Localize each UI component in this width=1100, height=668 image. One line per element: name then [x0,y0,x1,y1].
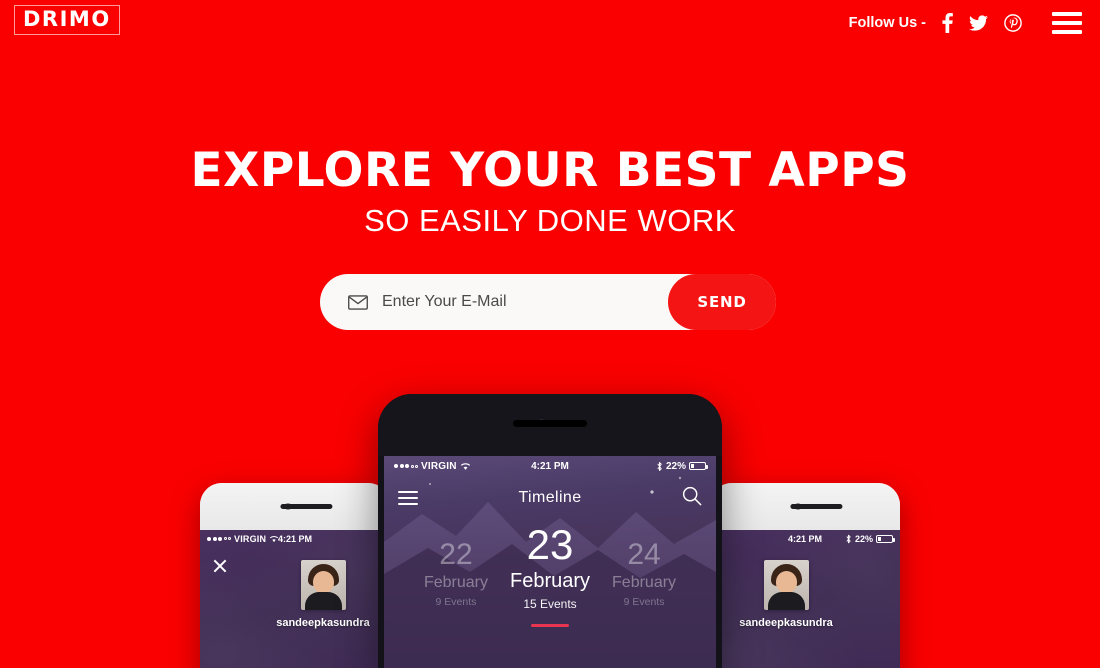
username-label: sandeepkasundra [739,617,833,629]
date-carousel: 22 February 9 Events 23 February 15 Even… [384,524,716,627]
profile-block-right: sandeepkasundra [710,560,900,629]
date-item-active[interactable]: 23 February 15 Events [510,524,590,627]
menu-bar-3 [1052,30,1082,34]
status-bar-right: 4:21 PM 22% [710,530,900,547]
username-label: sandeepkasundra [276,617,370,629]
status-bar-center: VIRGIN 4:21 PM 22% [384,456,716,476]
logo[interactable]: DRIMO [14,5,120,35]
speaker-grille [513,420,587,427]
avatar [763,560,809,610]
social-links [942,13,1022,33]
twitter-icon[interactable] [969,15,988,31]
date-month: February [423,574,488,591]
menu-bar-2 [1052,21,1082,25]
speaker-grille [790,504,843,509]
active-date-indicator [531,624,569,627]
clock-label: 4:21 PM [277,533,312,544]
app-bar: Timeline [384,476,716,520]
status-bar-left: VIRGIN 4:21 PM [200,530,390,547]
app-title: Timeline [518,489,582,506]
phone-left-screen: VIRGIN 4:21 PM sandeepkasundra Hom [200,530,390,668]
date-events: 9 Events [623,596,665,608]
phone-center: VIRGIN 4:21 PM 22% Timeline 22 February … [378,394,722,668]
landing-page: DRIMO Follow Us - EXPLORE YOUR BEST APPS… [0,0,1100,668]
phone-mockups: VIRGIN 4:21 PM sandeepkasundra Hom [0,0,1100,668]
profile-block-left: sandeepkasundra [200,560,390,629]
date-events: 9 Events [435,596,477,608]
menu-bar-1 [1052,12,1082,16]
facebook-icon[interactable] [942,13,953,33]
date-day: 22 [439,538,473,571]
avatar [300,560,346,610]
date-events: 15 Events [523,597,577,611]
battery-icon [689,462,708,470]
logo-text: DRIMO [23,7,111,31]
phone-center-screen: VIRGIN 4:21 PM 22% Timeline 22 February … [384,456,716,668]
date-item-previous[interactable]: 22 February 9 Events [423,524,488,609]
date-day: 24 [627,538,661,571]
phone-left-bezel [200,483,390,530]
date-month: February [509,570,591,592]
date-item-next[interactable]: 24 February 9 Events [612,524,677,609]
phone-right-bezel [710,483,900,530]
date-month: February [612,574,677,591]
clock-label: 4:21 PM [531,460,569,472]
date-day: 23 [526,521,574,568]
speaker-grille [280,504,333,509]
phone-right: 4:21 PM 22% sandeepkasundra Home [710,483,900,668]
phone-left: VIRGIN 4:21 PM sandeepkasundra Hom [200,483,390,668]
menu-button[interactable] [1052,12,1082,34]
header-right: Follow Us - [849,0,1082,46]
phone-right-screen: 4:21 PM 22% sandeepkasundra Home [710,530,900,668]
battery-icon [876,534,895,543]
pinterest-icon[interactable] [1004,14,1022,32]
phone-center-bezel [378,394,722,456]
clock-label: 4:21 PM [787,533,822,544]
follow-us-label: Follow Us - [848,15,926,31]
site-header: DRIMO Follow Us - [0,0,1100,46]
